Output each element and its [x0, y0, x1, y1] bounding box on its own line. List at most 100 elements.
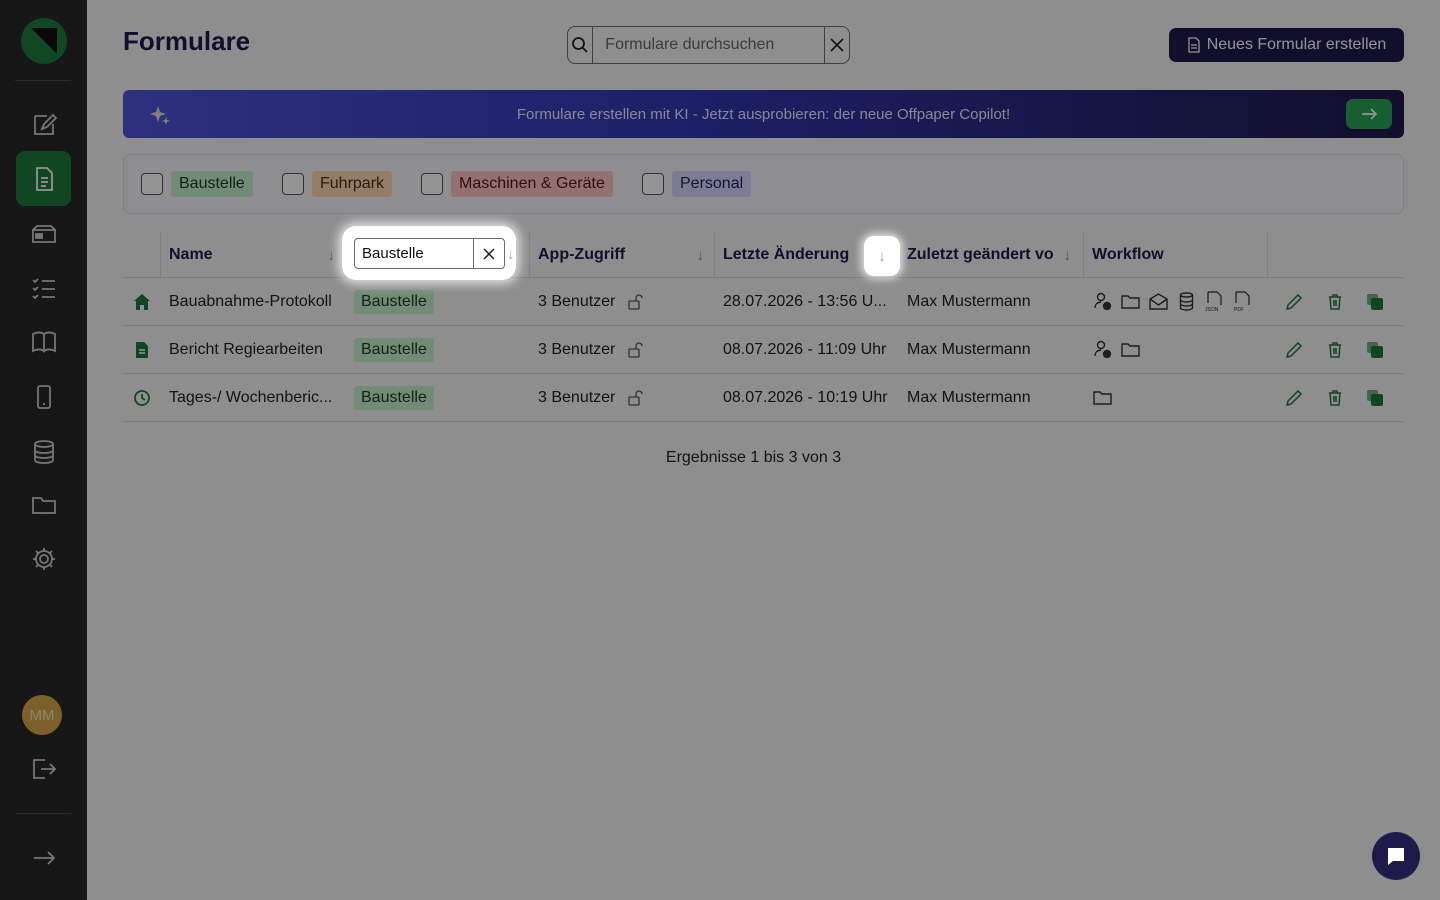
folder-icon — [1093, 391, 1112, 405]
table-row[interactable]: Tages-/ Wochenberic... Baustelle 3 Benut… — [123, 374, 1404, 422]
folder-icon — [1121, 295, 1140, 309]
sidebar: MM — [0, 0, 87, 900]
pencil-icon — [1285, 389, 1303, 406]
delete-button[interactable] — [1326, 326, 1346, 373]
copy-icon — [1367, 389, 1383, 406]
table-row[interactable]: Bauabnahme-Protokoll Baustelle 3 Benutze… — [123, 278, 1404, 326]
offpaper-logo[interactable] — [21, 18, 67, 64]
sidebar-item-forms[interactable] — [16, 151, 71, 206]
form-tag: Baustelle — [354, 289, 434, 314]
filter-checkbox-personal[interactable] — [642, 173, 664, 195]
copy-icon — [1367, 341, 1383, 358]
filter-tag-personal: Personal — [672, 171, 752, 197]
mail-icon — [1149, 293, 1168, 310]
edit-button[interactable] — [1285, 278, 1305, 325]
icon-column-header — [123, 232, 161, 278]
table-row[interactable]: Bericht Regiearbeiten Baustelle 3 Benutz… — [123, 326, 1404, 374]
filter-tag-fuhrpark: Fuhrpark — [312, 171, 393, 197]
filter-checkbox-fuhrpark[interactable] — [282, 173, 304, 195]
sidebar-item-devices[interactable] — [16, 369, 71, 424]
sidebar-item-editor[interactable] — [16, 97, 71, 152]
form-name[interactable]: Tages-/ Wochenberic... — [169, 374, 344, 421]
banner-go-button[interactable] — [1346, 99, 1392, 129]
workflow-icons — [1092, 326, 1267, 373]
modified-by: Max Mustermann — [907, 340, 1031, 358]
folder-icon — [31, 496, 56, 514]
last-modified: 08.07.2026 - 10:19 Uhr — [723, 388, 888, 406]
home-icon — [134, 293, 150, 310]
delete-button[interactable] — [1326, 374, 1346, 421]
sort-arrow-icon[interactable]: ↓ — [328, 247, 336, 264]
unlock-icon[interactable] — [627, 341, 644, 358]
duplicate-button[interactable] — [1366, 326, 1386, 373]
sparkle-icon — [150, 106, 170, 125]
search-input[interactable] — [593, 27, 825, 63]
pdf-file-icon: PDF — [1234, 291, 1250, 312]
logout-button[interactable] — [16, 741, 71, 796]
avatar[interactable]: MM — [22, 695, 62, 735]
filter-checkbox-baustelle[interactable] — [141, 173, 163, 195]
chat-button[interactable] — [1372, 832, 1420, 880]
sidebar-divider — [15, 80, 71, 81]
column-header-app-access[interactable]: App-Zugriff ↓ — [530, 232, 715, 278]
arrow-right-icon — [33, 850, 55, 865]
sidebar-item-inbox[interactable] — [16, 206, 71, 261]
sort-arrow-icon[interactable]: ↓ — [697, 247, 705, 264]
sidebar-item-tasks[interactable] — [16, 260, 71, 315]
book-icon — [31, 331, 56, 353]
duplicate-button[interactable] — [1366, 374, 1386, 421]
tag-filter-input[interactable] — [355, 239, 473, 268]
sort-last-modified-button[interactable]: ↓ — [864, 236, 900, 276]
document-icon — [136, 341, 148, 358]
sort-arrow-icon: ↓ — [878, 247, 886, 265]
pencil-icon — [1285, 293, 1303, 310]
sort-arrow-icon[interactable]: ↓ — [507, 246, 515, 263]
trash-icon — [1329, 389, 1341, 406]
svg-text:PDF: PDF — [1234, 307, 1244, 312]
form-tag: Baustelle — [354, 385, 434, 410]
modified-by: Max Mustermann — [907, 388, 1031, 406]
clock-icon — [134, 389, 150, 406]
edit-icon — [33, 113, 57, 135]
copilot-banner[interactable]: Formulare erstellen mit KI - Jetzt auspr… — [123, 90, 1404, 138]
trash-icon — [1329, 293, 1341, 310]
unlock-icon[interactable] — [627, 293, 644, 310]
form-name[interactable]: Bauabnahme-Protokoll — [169, 278, 344, 325]
last-modified: 28.07.2026 - 13:56 U... — [723, 292, 887, 310]
page-title: Formulare — [123, 26, 251, 56]
trash-icon — [1329, 341, 1341, 358]
last-modified: 08.07.2026 - 11:09 Uhr — [723, 340, 887, 358]
modified-by: Max Mustermann — [907, 292, 1031, 310]
unlock-icon[interactable] — [627, 389, 644, 406]
close-icon — [483, 247, 495, 260]
workflow-icons: JSON PDF — [1092, 278, 1267, 325]
sidebar-item-files[interactable] — [16, 477, 71, 532]
column-header-workflow: Workflow — [1084, 232, 1268, 278]
chat-icon — [1388, 848, 1404, 865]
column-header-name[interactable]: Name ↓ — [161, 232, 346, 278]
sidebar-item-catalog[interactable] — [16, 314, 71, 369]
new-form-label: Neues Formular erstellen — [1206, 36, 1387, 53]
duplicate-button[interactable] — [1366, 278, 1386, 325]
gear-icon — [32, 547, 55, 570]
search-icon[interactable] — [568, 27, 594, 63]
tag-filter-bar: Baustelle Fuhrpark Maschinen & Geräte Pe… — [123, 154, 1404, 214]
form-tag: Baustelle — [354, 337, 434, 362]
app-access: 3 Benutzer — [538, 340, 616, 358]
form-name[interactable]: Bericht Regiearbeiten — [169, 326, 344, 373]
banner-text: Formulare erstellen mit KI - Jetzt auspr… — [516, 105, 1011, 123]
delete-button[interactable] — [1326, 278, 1346, 325]
sidebar-item-settings[interactable] — [16, 531, 71, 586]
expand-sidebar-button[interactable] — [16, 830, 71, 885]
edit-button[interactable] — [1285, 374, 1305, 421]
clear-tag-filter-button[interactable] — [473, 239, 504, 268]
column-header-modified-by[interactable]: Zuletzt geändert vo ↓ — [899, 232, 1084, 278]
folder-icon — [1121, 343, 1140, 357]
sort-arrow-icon[interactable]: ↓ — [1064, 247, 1072, 264]
clear-search-button[interactable] — [824, 27, 849, 63]
sidebar-item-data[interactable] — [16, 424, 71, 479]
edit-button[interactable] — [1285, 326, 1305, 373]
mobile-icon — [36, 384, 51, 409]
filter-checkbox-maschinen[interactable] — [421, 173, 443, 195]
new-form-button[interactable]: Neues Formular erstellen — [1169, 28, 1404, 62]
